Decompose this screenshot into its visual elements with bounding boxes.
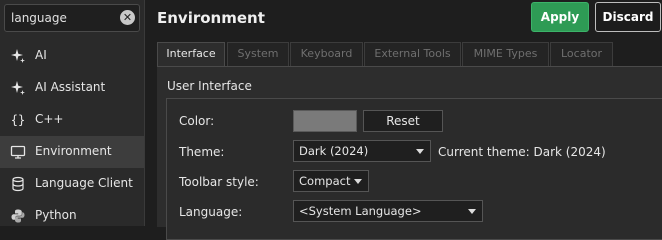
tab-locator[interactable]: Locator	[550, 42, 613, 66]
sidebar-item-environment[interactable]: Environment	[0, 136, 144, 168]
reset-button[interactable]: Reset	[363, 110, 443, 132]
user-interface-group: Color: Reset Theme: Dark (2024) Current …	[166, 98, 662, 240]
sidebar-nav: AI AI Assistant {} C++ Environment Langu…	[0, 40, 144, 232]
sidebar-item-label: Environment	[35, 144, 112, 158]
sidebar-item-ai[interactable]: AI	[0, 40, 144, 72]
language-value: <System Language>	[299, 204, 422, 218]
clear-icon[interactable]: ✕	[120, 10, 135, 25]
tab-external-tools[interactable]: External Tools	[364, 42, 461, 66]
sparkle-icon	[10, 80, 26, 96]
search-input[interactable]	[11, 9, 111, 27]
python-icon	[10, 208, 26, 224]
chevron-down-icon	[354, 179, 362, 184]
sidebar-item-python[interactable]: Python	[0, 200, 144, 232]
color-swatch[interactable]	[293, 110, 357, 132]
theme-select[interactable]: Dark (2024)	[293, 140, 431, 162]
current-theme-text: Current theme: Dark (2024)	[438, 145, 606, 159]
sidebar-item-label: C++	[35, 112, 64, 126]
sidebar-item-label: Python	[35, 208, 77, 222]
tab-mime-types[interactable]: MIME Types	[462, 42, 549, 66]
sidebar: ✕ AI AI Assistant {} C++ Environment	[0, 0, 145, 226]
sidebar-item-label: AI	[35, 48, 47, 62]
page-title: Environment	[157, 9, 265, 27]
theme-value: Dark (2024)	[299, 144, 369, 158]
interface-panel: User Interface Color: Reset Theme: Dark …	[157, 66, 662, 240]
color-label: Color:	[179, 114, 215, 128]
toolbar-style-value: Compact	[299, 174, 351, 188]
tab-system[interactable]: System	[227, 42, 289, 66]
chevron-down-icon	[416, 149, 424, 154]
toolbar-style-select[interactable]: Compact	[293, 170, 369, 192]
toolbar-style-label: Toolbar style:	[179, 175, 259, 189]
sparkle-icon	[10, 48, 26, 64]
sidebar-item-label: Language Client	[35, 176, 133, 190]
braces-icon: {}	[10, 113, 26, 127]
sidebar-item-cpp[interactable]: {} C++	[0, 104, 144, 136]
tab-interface[interactable]: Interface	[157, 42, 225, 67]
language-label: Language:	[179, 205, 243, 219]
monitor-icon	[10, 144, 26, 160]
apply-button[interactable]: Apply	[531, 2, 589, 32]
database-icon	[10, 176, 26, 192]
discard-button[interactable]: Discard	[595, 2, 661, 32]
tab-keyboard[interactable]: Keyboard	[290, 42, 363, 66]
search-box[interactable]: ✕	[4, 4, 140, 32]
theme-label: Theme:	[179, 145, 225, 159]
sidebar-item-label: AI Assistant	[35, 80, 106, 94]
chevron-down-icon	[468, 209, 476, 214]
sidebar-item-ai-assistant[interactable]: AI Assistant	[0, 72, 144, 104]
sidebar-item-language-client[interactable]: Language Client	[0, 168, 144, 200]
language-select[interactable]: <System Language>	[293, 200, 483, 222]
group-title: User Interface	[167, 79, 252, 93]
